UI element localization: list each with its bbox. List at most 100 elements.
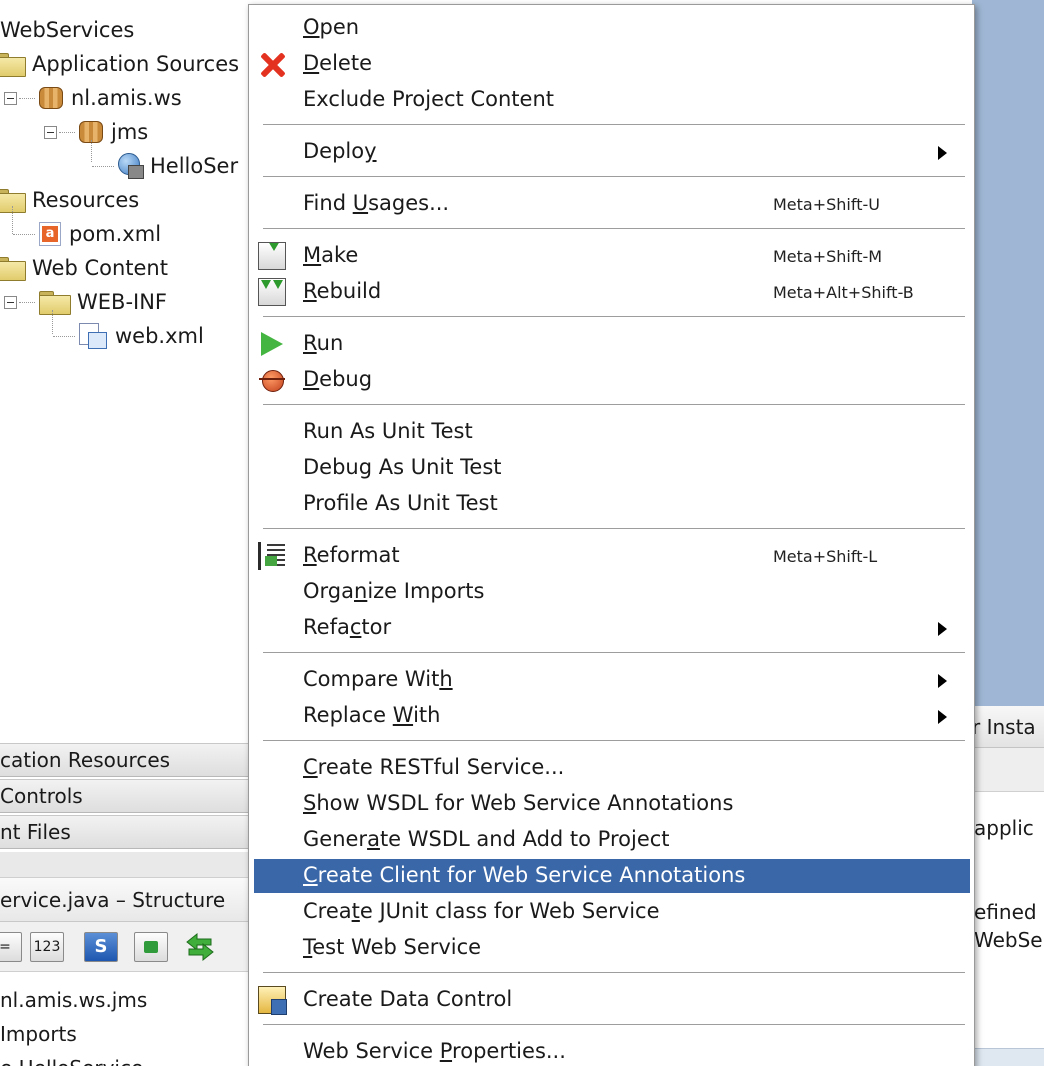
folder-icon <box>39 291 71 315</box>
tree-item-helloservice[interactable]: HelloSer <box>92 149 238 183</box>
menu-separator <box>263 124 965 126</box>
menu-shortcut: Meta+Shift-U <box>773 195 880 214</box>
show-public-button[interactable] <box>134 932 168 962</box>
structure-tree: nl.amis.ws.jms Imports e HelloService <box>0 972 250 1066</box>
menu-item-label: Find Usages... <box>303 191 450 215</box>
menu-item-create-junit-class-for-web-service[interactable]: Create JUnit class for Web Service <box>254 895 970 929</box>
tree-item-pom-xml[interactable]: a pom.xml <box>13 217 161 251</box>
structure-item-imports[interactable]: Imports <box>0 1022 77 1046</box>
menu-item-label: Rebuild <box>303 279 382 303</box>
tree-item-web-content[interactable]: Web Content <box>0 251 168 285</box>
lock-icon <box>144 941 158 953</box>
menu-item-label: Make <box>303 243 359 267</box>
menu-item-debug-as-unit-test[interactable]: Debug As Unit Test <box>254 451 970 485</box>
menu-item-create-restful-service[interactable]: Create RESTful Service... <box>254 751 970 785</box>
menu-item-label: Generate WSDL and Add to Project <box>303 827 670 851</box>
collapse-icon[interactable] <box>4 91 17 105</box>
structure-item-label: Imports <box>0 1022 77 1046</box>
accordion-data-controls[interactable]: Controls <box>0 779 250 813</box>
tree-item-web-xml[interactable]: web.xml <box>53 319 204 353</box>
delete-icon <box>258 50 286 78</box>
menu-item-label: Web Service Properties... <box>303 1039 566 1063</box>
tree-root[interactable]: WebServices <box>0 13 134 47</box>
menu-item-find-usages[interactable]: Find Usages... Meta+Shift-U <box>254 187 970 221</box>
tree-item-web-inf[interactable]: WEB-INF <box>4 285 167 319</box>
menu-item-replace-with[interactable]: Replace With <box>254 699 970 733</box>
menu-item-reformat[interactable]: Reformat Meta+Shift-L <box>254 539 970 573</box>
menu-item-delete[interactable]: Delete <box>254 47 970 81</box>
menu-item-test-web-service[interactable]: Test Web Service <box>254 931 970 965</box>
tree-item-nl-amis-ws[interactable]: nl.amis.ws <box>4 81 182 115</box>
menu-item-debug[interactable]: Debug <box>254 363 970 397</box>
context-menu: Open Delete Exclude Project Content Deploy F… <box>248 4 975 1066</box>
menu-item-web-service-properties[interactable]: Web Service Properties... <box>254 1035 970 1066</box>
folder-icon <box>0 53 26 77</box>
tree-item-label: web.xml <box>115 324 204 348</box>
tree-item-jms[interactable]: jms <box>44 115 148 149</box>
menu-item-label: Compare With <box>303 667 453 691</box>
submenu-arrow-icon <box>938 146 947 160</box>
menu-item-create-data-control[interactable]: Create Data Control <box>254 983 970 1017</box>
structure-pane-title: ervice.java – Structure <box>0 878 250 922</box>
menu-item-generate-wsdl-and-add-to-project[interactable]: Generate WSDL and Add to Project <box>254 823 970 857</box>
menu-item-label: Deploy <box>303 139 377 163</box>
sort-button[interactable]: = <box>0 932 22 962</box>
accordion-application-resources[interactable]: cation Resources <box>0 743 250 777</box>
menu-item-refactor[interactable]: Refactor <box>254 611 970 645</box>
menu-item-label: Delete <box>303 51 372 75</box>
menu-separator <box>263 404 965 406</box>
menu-item-deploy[interactable]: Deploy <box>254 135 970 169</box>
menu-separator <box>263 652 965 654</box>
menu-item-compare-with[interactable]: Compare With <box>254 663 970 697</box>
right-panel-tab[interactable]: r Insta <box>972 706 1044 748</box>
panel-divider[interactable] <box>0 852 250 878</box>
sync-button[interactable] <box>183 932 217 962</box>
menu-item-label: Create RESTful Service... <box>303 755 565 779</box>
tree-item-application-sources[interactable]: Application Sources <box>0 47 239 81</box>
sync-arrows-icon <box>186 932 214 962</box>
menu-separator <box>263 740 965 742</box>
menu-item-organize-imports[interactable]: Organize Imports <box>254 575 970 609</box>
submenu-arrow-icon <box>938 622 947 636</box>
menu-item-profile-as-unit-test[interactable]: Profile As Unit Test <box>254 487 970 521</box>
menu-separator <box>263 316 965 318</box>
rebuild-icon <box>258 278 286 306</box>
reformat-icon <box>258 542 286 570</box>
accordion-recent-files[interactable]: nt Files <box>0 815 250 849</box>
menu-item-label: Show WSDL for Web Service Annotations <box>303 791 734 815</box>
tree-item-label: Web Content <box>32 256 168 280</box>
menu-item-label: Debug As Unit Test <box>303 455 502 479</box>
menu-item-show-wsdl-for-web-service-annotations[interactable]: Show WSDL for Web Service Annotations <box>254 787 970 821</box>
run-icon <box>258 330 286 358</box>
sort-icon: = <box>0 939 11 955</box>
menu-item-run[interactable]: Run <box>254 327 970 361</box>
structure-title-text: ervice.java – Structure <box>0 888 226 912</box>
tree-item-resources[interactable]: Resources <box>0 183 139 217</box>
static-members-button[interactable]: S <box>84 932 118 962</box>
tree-item-label: nl.amis.ws <box>71 86 182 110</box>
menu-shortcut: Meta+Alt+Shift-B <box>773 283 914 302</box>
menu-item-open[interactable]: Open <box>254 11 970 45</box>
structure-item-class[interactable]: e HelloService <box>0 1056 143 1066</box>
menu-item-make[interactable]: Make Meta+Shift-M <box>254 239 970 273</box>
maven-file-icon: a <box>39 222 61 246</box>
menu-item-create-client-for-web-service-annotations[interactable]: Create Client for Web Service Annotation… <box>254 859 970 893</box>
accordion-label: Controls <box>0 784 83 808</box>
package-icon <box>39 87 63 109</box>
tree-connector <box>19 301 35 303</box>
tree-item-label: Application Sources <box>32 52 240 76</box>
menu-item-rebuild[interactable]: Rebuild Meta+Alt+Shift-B <box>254 275 970 309</box>
web-service-icon <box>118 153 144 179</box>
collapse-icon[interactable] <box>4 295 17 309</box>
menu-item-label: Create Data Control <box>303 987 513 1011</box>
numeric-sort-button[interactable]: 123 <box>30 932 64 962</box>
structure-item-label: e HelloService <box>0 1056 143 1066</box>
menu-item-run-as-unit-test[interactable]: Run As Unit Test <box>254 415 970 449</box>
structure-item-package[interactable]: nl.amis.ws.jms <box>0 988 147 1012</box>
tree-connector <box>59 131 75 133</box>
collapse-icon[interactable] <box>44 125 57 139</box>
structure-toolbar: = 123 S <box>0 922 250 972</box>
menu-item-exclude-project-content[interactable]: Exclude Project Content <box>254 83 970 117</box>
menu-item-label: Test Web Service <box>303 935 482 959</box>
menu-item-label: Organize Imports <box>303 579 485 603</box>
